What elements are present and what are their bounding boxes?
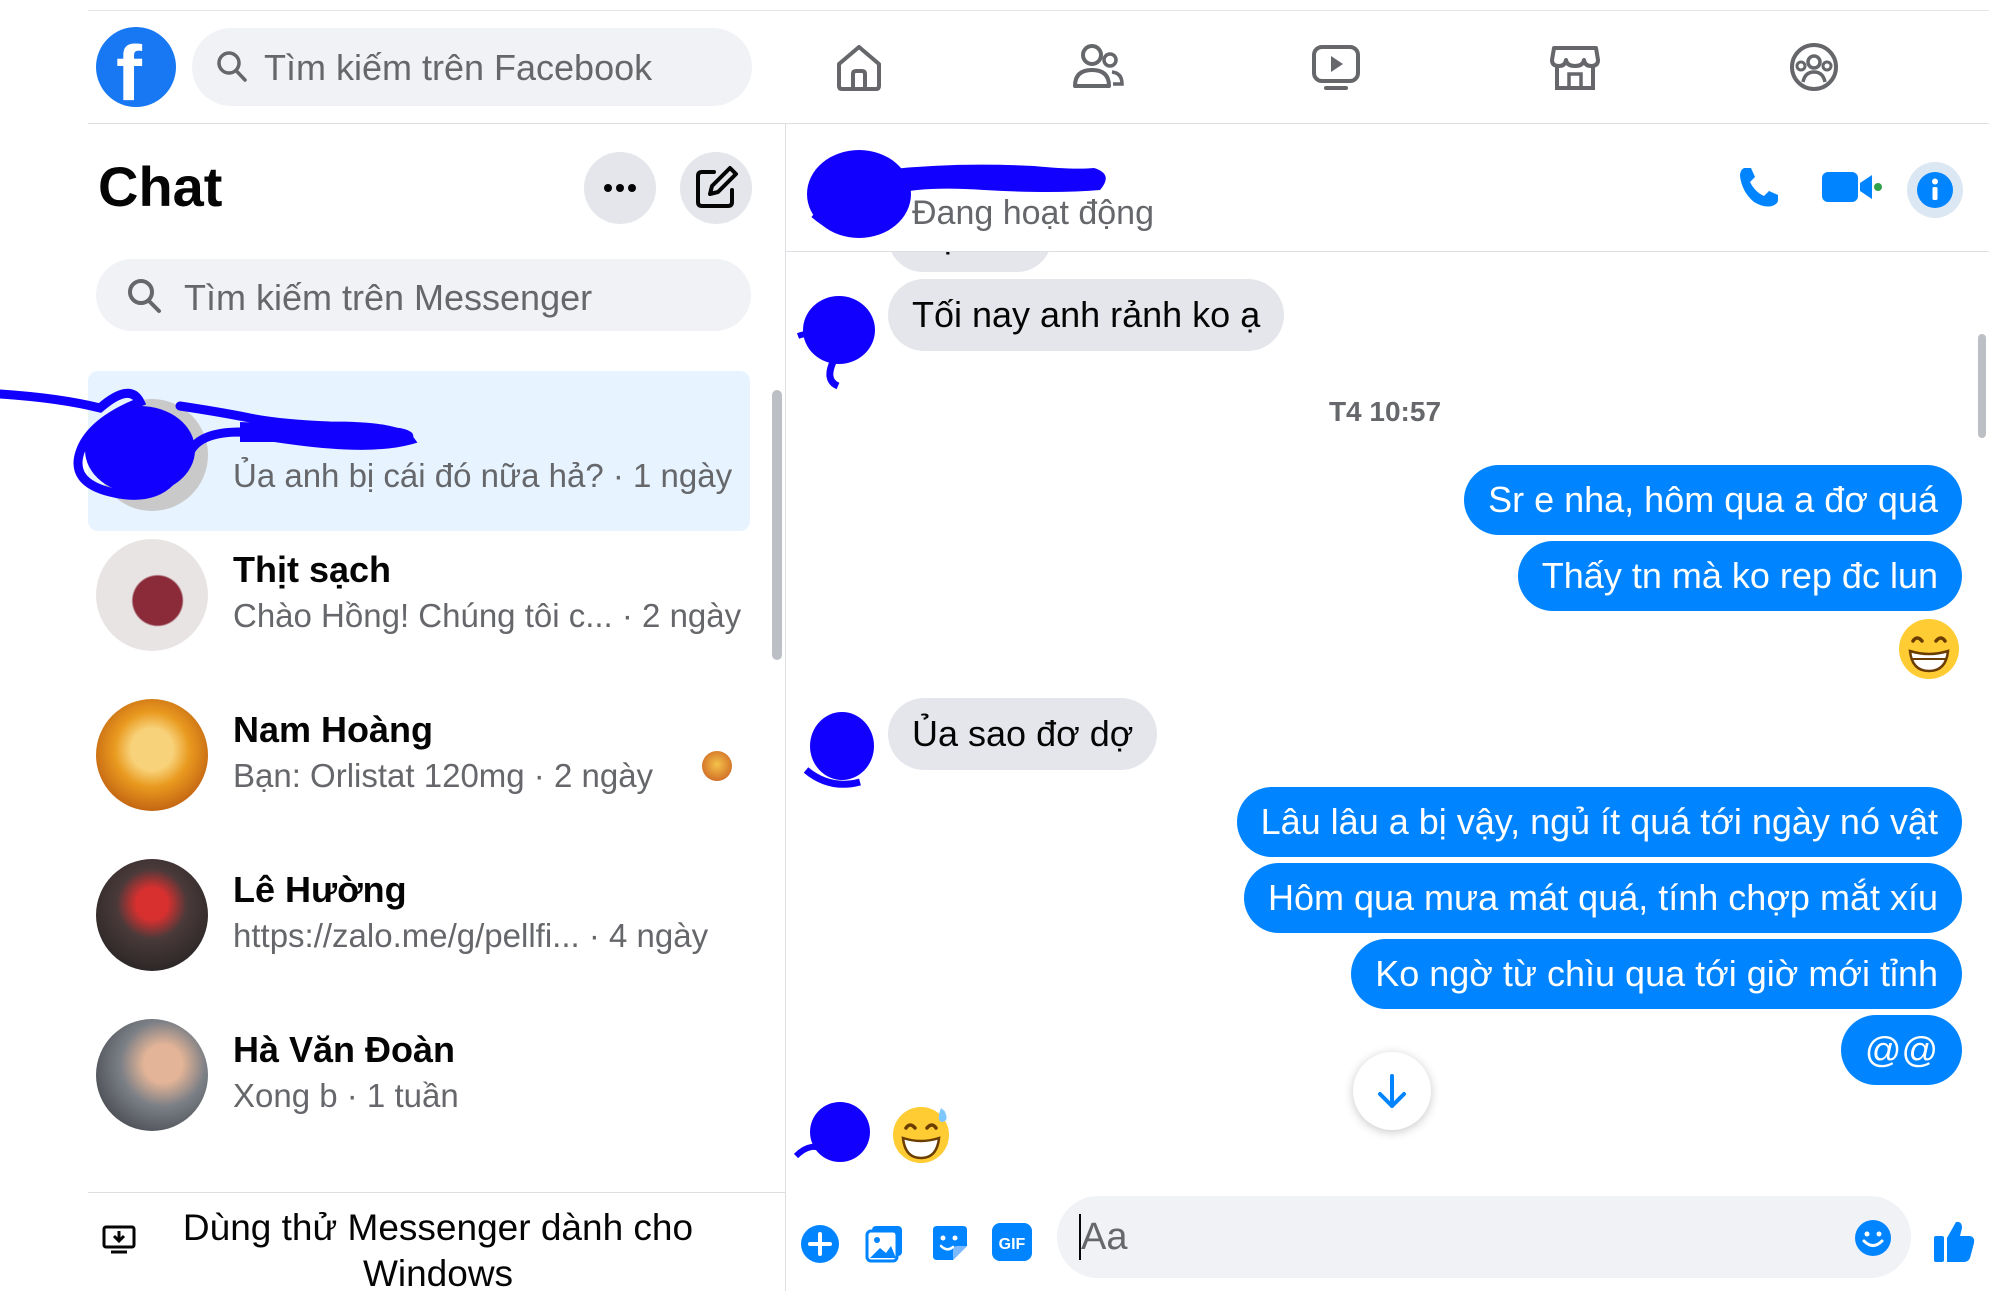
outgoing-message-bubble[interactable]: Sr e nha, hôm qua a đơ quá bbox=[1464, 465, 1962, 535]
sidebar-scrollbar[interactable] bbox=[770, 372, 784, 1172]
avatar bbox=[96, 1019, 208, 1131]
avatar bbox=[96, 699, 208, 811]
incoming-message-bubble[interactable]: Tối nay anh rảnh ko ạ bbox=[888, 279, 1285, 351]
outgoing-message-bubble[interactable]: @@ bbox=[1840, 1015, 1962, 1085]
facebook-logo[interactable]: f bbox=[96, 27, 176, 117]
home-icon[interactable] bbox=[833, 42, 885, 92]
scrollbar-thumb[interactable] bbox=[1978, 334, 1986, 438]
gif-icon[interactable]: GIF bbox=[991, 1222, 1033, 1262]
emoji-picker-icon[interactable] bbox=[1853, 1218, 1893, 1258]
message-input[interactable]: Aa bbox=[1057, 1196, 1911, 1278]
facebook-search-placeholder: Tìm kiếm trên Facebook bbox=[264, 47, 653, 88]
conversation-item[interactable]: Thịt sạch Chào Hồng! Chúng tôi c... · 2 … bbox=[88, 511, 750, 671]
conversation-name: Nam Hoàng bbox=[233, 709, 434, 750]
sticker-icon[interactable] bbox=[929, 1222, 971, 1264]
search-icon bbox=[217, 51, 247, 82]
facebook-search-input[interactable]: Tìm kiếm trên Facebook bbox=[192, 28, 752, 106]
conversation-info-button[interactable] bbox=[1907, 162, 1963, 218]
incoming-message-bubble[interactable]: Ủa sao đơ dợ bbox=[888, 698, 1158, 770]
conversation-item[interactable]: Nam Hoàng Bạn: Orlistat 120mg · 2 ngày bbox=[88, 671, 750, 831]
read-receipt-avatar bbox=[702, 751, 732, 781]
messenger-search-placeholder: Tìm kiếm trên Messenger bbox=[184, 277, 593, 318]
scroll-to-bottom-button[interactable] bbox=[1353, 1052, 1431, 1130]
arrow-down-icon bbox=[1378, 1074, 1406, 1108]
conversation-preview: https://zalo.me/g/pellfi... · 4 ngày bbox=[233, 917, 709, 954]
like-thumbs-up-icon[interactable] bbox=[1932, 1218, 1976, 1264]
facebook-logo-letter: f bbox=[116, 29, 142, 117]
scrollbar-thumb[interactable] bbox=[772, 390, 782, 660]
message-timestamp: T4 10:57 bbox=[1328, 396, 1442, 427]
message-input-placeholder: Aa bbox=[1081, 1216, 1128, 1258]
sender-avatar-scribble bbox=[796, 296, 875, 390]
conversation-name: Hà Văn Đoàn bbox=[233, 1029, 456, 1070]
redaction-scribble bbox=[0, 388, 418, 500]
new-message-button[interactable] bbox=[680, 152, 752, 224]
conversation-item[interactable]: Lê Hường https://zalo.me/g/pellfi... · 4… bbox=[88, 831, 750, 991]
messenger-search-input[interactable]: Tìm kiếm trên Messenger bbox=[96, 259, 751, 331]
sender-avatar-scribble bbox=[803, 712, 874, 788]
watch-icon[interactable] bbox=[1310, 42, 1362, 92]
photo-icon[interactable] bbox=[864, 1222, 906, 1264]
compose-icon bbox=[696, 166, 738, 208]
conversation-preview: Bạn: Orlistat 120mg · 2 ngày bbox=[233, 757, 654, 794]
video-call-icon[interactable] bbox=[1820, 168, 1882, 206]
outgoing-message-bubble[interactable]: Thấy tn mà ko rep đc lun bbox=[1517, 541, 1962, 611]
marketplace-icon[interactable] bbox=[1549, 42, 1601, 92]
options-button[interactable] bbox=[584, 152, 656, 224]
conversation-preview: Chào Hồng! Chúng tôi c... · 2 ngày bbox=[233, 597, 742, 634]
avatar bbox=[96, 859, 208, 971]
add-plus-icon[interactable] bbox=[799, 1223, 841, 1265]
search-icon bbox=[128, 279, 161, 313]
conversation-name: Lê Hường bbox=[233, 869, 407, 910]
windows-app-promo[interactable]: Dùng thử Messenger dành cho Windows bbox=[88, 1192, 786, 1291]
svg-text:GIF: GIF bbox=[999, 1236, 1026, 1253]
chat-title: Chat bbox=[98, 155, 223, 218]
promo-text: Dùng thử Messenger dành cho Windows bbox=[182, 1207, 694, 1291]
more-horizontal-icon bbox=[604, 184, 636, 192]
outgoing-message-bubble[interactable]: Hôm qua mưa mát quá, tính chợp mắt xíu bbox=[1243, 863, 1962, 933]
desktop-download-icon bbox=[102, 1225, 136, 1254]
conversation-item[interactable]: Hà Văn Đoàn Xong b · 1 tuần bbox=[88, 991, 750, 1151]
grinning-emoji[interactable] bbox=[1897, 617, 1961, 681]
phone-icon[interactable] bbox=[1736, 164, 1782, 210]
sweat-smile-emoji[interactable] bbox=[890, 1102, 954, 1164]
sender-avatar-scribble bbox=[793, 1102, 870, 1162]
outgoing-message-bubble[interactable]: Lâu lâu a bị vậy, ngủ ít quá tới ngày nó… bbox=[1236, 787, 1962, 857]
info-icon bbox=[1917, 172, 1953, 208]
groups-icon[interactable] bbox=[1788, 42, 1840, 92]
contact-status: Đang hoạt động bbox=[912, 194, 1154, 232]
conversation-preview: Xong b · 1 tuần bbox=[233, 1077, 459, 1114]
conversation-header: Đang hoạt động bbox=[786, 124, 1989, 252]
friends-icon[interactable] bbox=[1072, 42, 1124, 92]
avatar bbox=[96, 539, 208, 651]
outgoing-message-bubble[interactable]: Ko ngờ từ chìu qua tới giờ mới tỉnh bbox=[1351, 939, 1962, 1009]
conversation-scrollbar[interactable] bbox=[1975, 252, 1989, 1170]
chat-sidebar: Chat Tìm kiếm trên Messenger Ủa anh bị c… bbox=[0, 124, 786, 1291]
conversation-name: Thịt sạch bbox=[233, 549, 392, 590]
